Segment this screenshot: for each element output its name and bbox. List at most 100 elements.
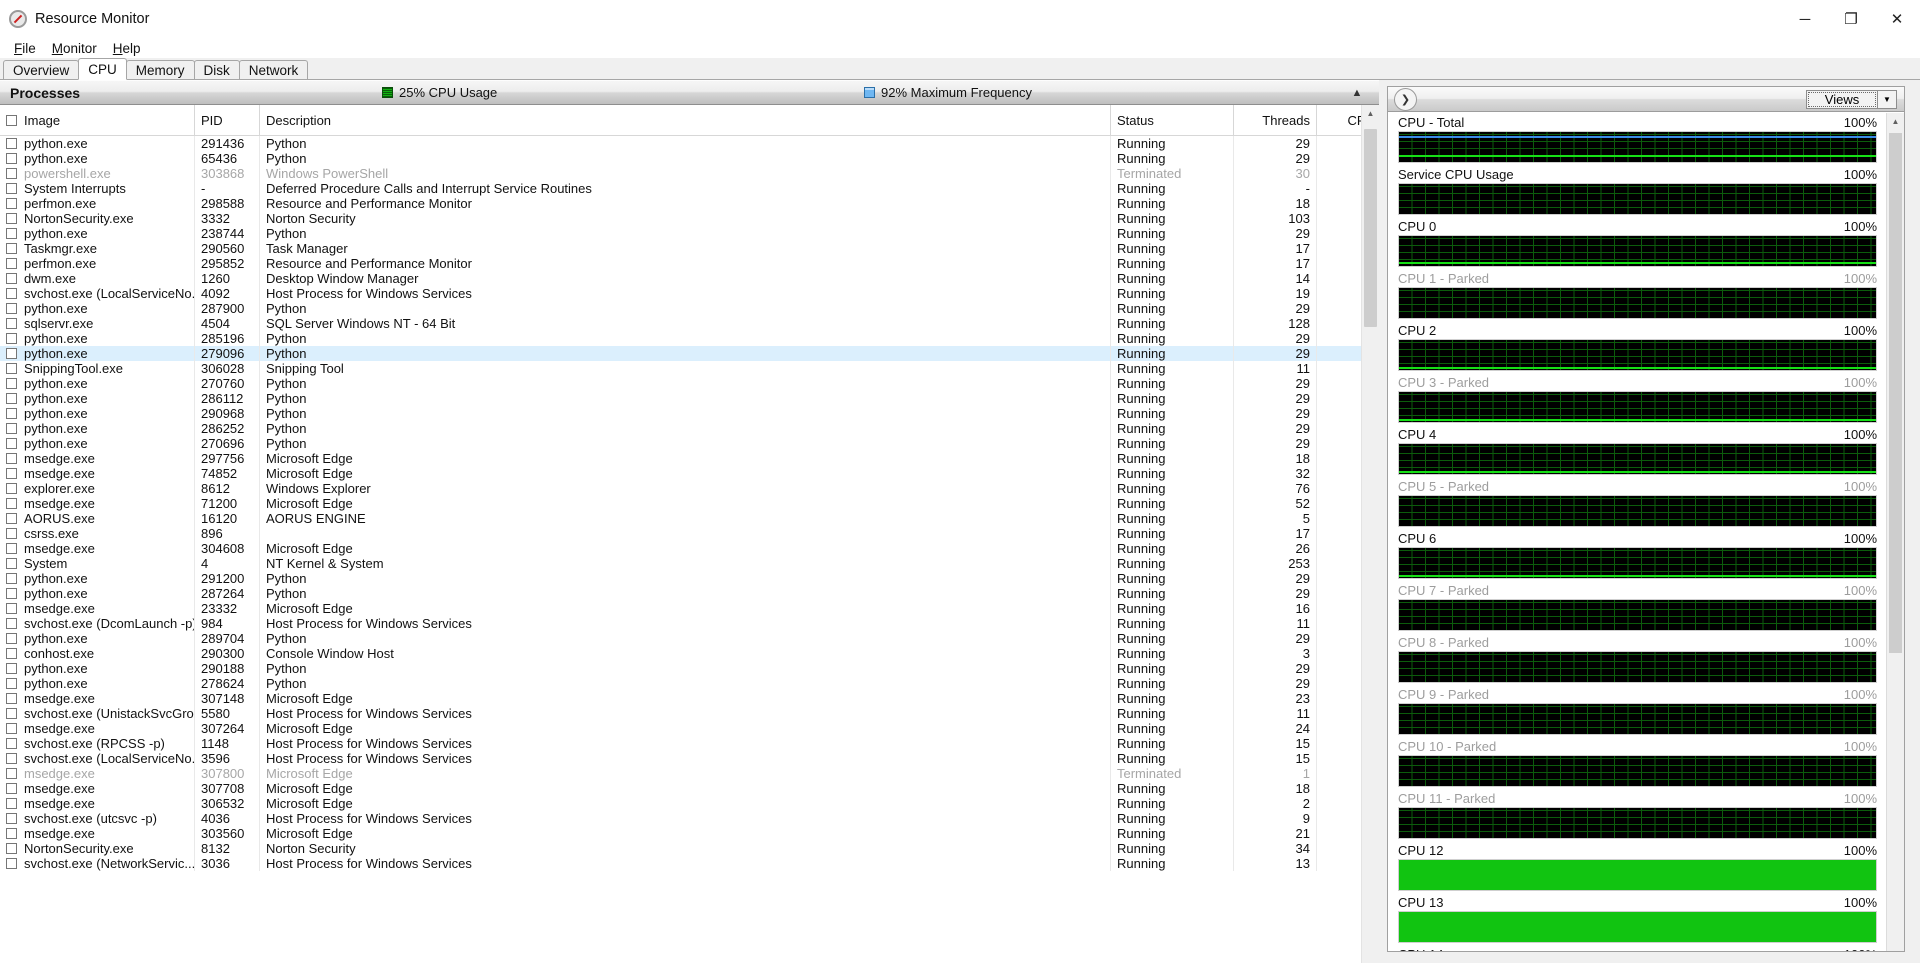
row-checkbox[interactable] [6, 618, 17, 629]
table-row[interactable]: explorer.exe 8612 Windows Explorer Running 7… [0, 481, 1379, 496]
table-row[interactable]: msedge.exe303560Microsoft EdgeRunning210… [0, 826, 1379, 841]
row-checkbox[interactable] [6, 768, 17, 779]
row-checkbox[interactable] [6, 243, 17, 254]
row-checkbox[interactable] [6, 828, 17, 839]
table-row[interactable]: msedge.exe307148Microsoft EdgeRunning230… [0, 691, 1379, 706]
table-row[interactable]: svchost.exe (utcsvc -p) 4036 Host Process … [0, 811, 1379, 826]
chevron-right-icon[interactable]: ❯ [1394, 87, 1417, 111]
menu-monitor[interactable]: Monitor [44, 40, 105, 57]
tab-disk[interactable]: Disk [193, 60, 240, 79]
processes-section-header[interactable]: Processes 25% CPU Usage 92% Maximum Freq… [0, 80, 1379, 105]
row-checkbox[interactable] [6, 588, 17, 599]
table-row[interactable]: python.exe289704PythonRunning2900.02 [0, 631, 1379, 646]
row-checkbox[interactable] [6, 183, 17, 194]
table-row[interactable]: perfmon.exe 295852 Resource and Performanc… [0, 256, 1379, 271]
table-row[interactable]: python.exe270696PythonRunning2901.00 [0, 436, 1379, 451]
row-checkbox[interactable] [6, 288, 17, 299]
row-checkbox[interactable] [6, 258, 17, 269]
table-row[interactable]: conhost.exe 290300 Console Window Host Runn… [0, 646, 1379, 661]
graphs-scrollbar[interactable]: ▲ [1886, 113, 1904, 951]
row-checkbox[interactable] [6, 843, 17, 854]
maximize-button[interactable]: ❐ [1828, 0, 1874, 38]
row-checkbox[interactable] [6, 303, 17, 314]
minimize-button[interactable]: ─ [1782, 0, 1828, 38]
table-row[interactable]: System4NT Kernel & SystemRunning25300.03 [0, 556, 1379, 571]
table-row[interactable]: msedge.exe304608Microsoft EdgeRunning260… [0, 541, 1379, 556]
row-checkbox[interactable] [6, 483, 17, 494]
row-checkbox[interactable] [6, 798, 17, 809]
table-row[interactable]: msedge.exe306532Microsoft EdgeRunning200… [0, 796, 1379, 811]
menu-file[interactable]: File [6, 40, 44, 57]
table-row[interactable]: msedge.exe297756Microsoft EdgeRunning180… [0, 451, 1379, 466]
tab-network[interactable]: Network [238, 60, 309, 79]
row-checkbox[interactable] [6, 648, 17, 659]
row-checkbox[interactable] [6, 453, 17, 464]
row-checkbox[interactable] [6, 858, 17, 869]
table-row[interactable]: python.exe278624PythonRunning2900.02 [0, 676, 1379, 691]
table-row[interactable]: msedge.exe307264Microsoft EdgeRunning240… [0, 721, 1379, 736]
table-row[interactable]: sqlservr.exe 4504 SQL Server Windows NT - … [0, 316, 1379, 331]
row-checkbox[interactable] [6, 633, 17, 644]
table-row[interactable]: perfmon.exe 298588 Resource and Performanc… [0, 196, 1379, 211]
table-row[interactable]: msedge.exe 307800 Microsoft Edge Terminated… [0, 766, 1379, 781]
row-checkbox[interactable] [6, 528, 17, 539]
table-row[interactable]: Taskmgr.exe290560Task ManagerRunning1700… [0, 241, 1379, 256]
row-checkbox[interactable] [6, 408, 17, 419]
row-checkbox[interactable] [6, 438, 17, 449]
table-row[interactable]: svchost.exe (LocalServiceNo... 3596 Host P… [0, 751, 1379, 766]
close-button[interactable]: ✕ [1874, 0, 1920, 38]
row-checkbox[interactable] [6, 813, 17, 824]
table-row[interactable]: NortonSecurity.exe 3332 Norton Security Run… [0, 211, 1379, 226]
table-row[interactable]: python.exe238744PythonRunning2900.03 [0, 226, 1379, 241]
table-row[interactable]: svchost.exe (UnistackSvcGro... 5580 Host P… [0, 706, 1379, 721]
table-row[interactable]: msedge.exe74852Microsoft EdgeRunning3200… [0, 466, 1379, 481]
tab-memory[interactable]: Memory [125, 60, 195, 79]
row-checkbox[interactable] [6, 393, 17, 404]
table-row[interactable]: msedge.exe71200Microsoft EdgeRunning5200… [0, 496, 1379, 511]
table-row[interactable]: python.exe286112PythonRunning2905.61 [0, 391, 1379, 406]
table-row[interactable]: powershell.exe 303868 Windows PowerShell Te… [0, 166, 1379, 181]
row-checkbox[interactable] [6, 168, 17, 179]
row-checkbox[interactable] [6, 558, 17, 569]
table-row[interactable]: python.exe279096PythonRunning2900.03 [0, 346, 1379, 361]
table-row[interactable]: msedge.exe307708Microsoft EdgeRunning180… [0, 781, 1379, 796]
row-checkbox[interactable] [6, 723, 17, 734]
table-row[interactable]: python.exe65436PythonRunning29113.71 [0, 151, 1379, 166]
row-checkbox[interactable] [6, 423, 17, 434]
tab-cpu[interactable]: CPU [78, 58, 127, 80]
column-header-threads[interactable]: Threads [1233, 105, 1317, 136]
row-checkbox[interactable] [6, 348, 17, 359]
row-checkbox[interactable] [6, 753, 17, 764]
column-header-status[interactable]: Status [1110, 105, 1234, 136]
table-row[interactable]: NortonSecurity.exe 8132 Norton Security Run… [0, 841, 1379, 856]
row-checkbox[interactable] [6, 333, 17, 344]
table-row[interactable]: python.exe291200PythonRunning2900.02 [0, 571, 1379, 586]
select-all-checkbox[interactable] [6, 114, 17, 126]
table-row[interactable]: python.exe286252PythonRunning2902.34 [0, 421, 1379, 436]
table-row[interactable]: csrss.exe896Running1700.04 [0, 526, 1379, 541]
table-row[interactable]: msedge.exe23332Microsoft EdgeRunning1600… [0, 601, 1379, 616]
row-checkbox[interactable] [6, 318, 17, 329]
table-row[interactable]: python.exe287264PythonRunning2900.02 [0, 586, 1379, 601]
row-checkbox[interactable] [6, 228, 17, 239]
table-row[interactable]: python.exe285196PythonRunning2900.03 [0, 331, 1379, 346]
table-row[interactable]: python.exe290188PythonRunning2900.02 [0, 661, 1379, 676]
row-checkbox[interactable] [6, 273, 17, 284]
table-row[interactable]: python.exe270760PythonRunning2906.52 [0, 376, 1379, 391]
scroll-up-icon[interactable]: ▲ [1362, 105, 1379, 122]
row-checkbox[interactable] [6, 198, 17, 209]
row-checkbox[interactable] [6, 663, 17, 674]
chevron-up-icon[interactable]: ▲ [1349, 85, 1365, 101]
processes-scrollbar[interactable]: ▲ [1361, 105, 1379, 963]
row-checkbox[interactable] [6, 513, 17, 524]
column-header-pid[interactable]: PID [194, 105, 260, 136]
tab-overview[interactable]: Overview [3, 60, 80, 79]
row-checkbox[interactable] [6, 708, 17, 719]
table-row[interactable]: python.exe291436PythonRunning29142.26 [0, 135, 1379, 151]
menu-help[interactable]: Help [105, 40, 149, 57]
scrollbar-thumb[interactable] [1364, 129, 1377, 327]
row-checkbox[interactable] [6, 678, 17, 689]
table-row[interactable]: SnippingTool.exe 306028 Snipping Tool Runni… [0, 361, 1379, 376]
row-checkbox[interactable] [6, 363, 17, 374]
table-row[interactable]: python.exe287900PythonRunning2900.04 [0, 301, 1379, 316]
